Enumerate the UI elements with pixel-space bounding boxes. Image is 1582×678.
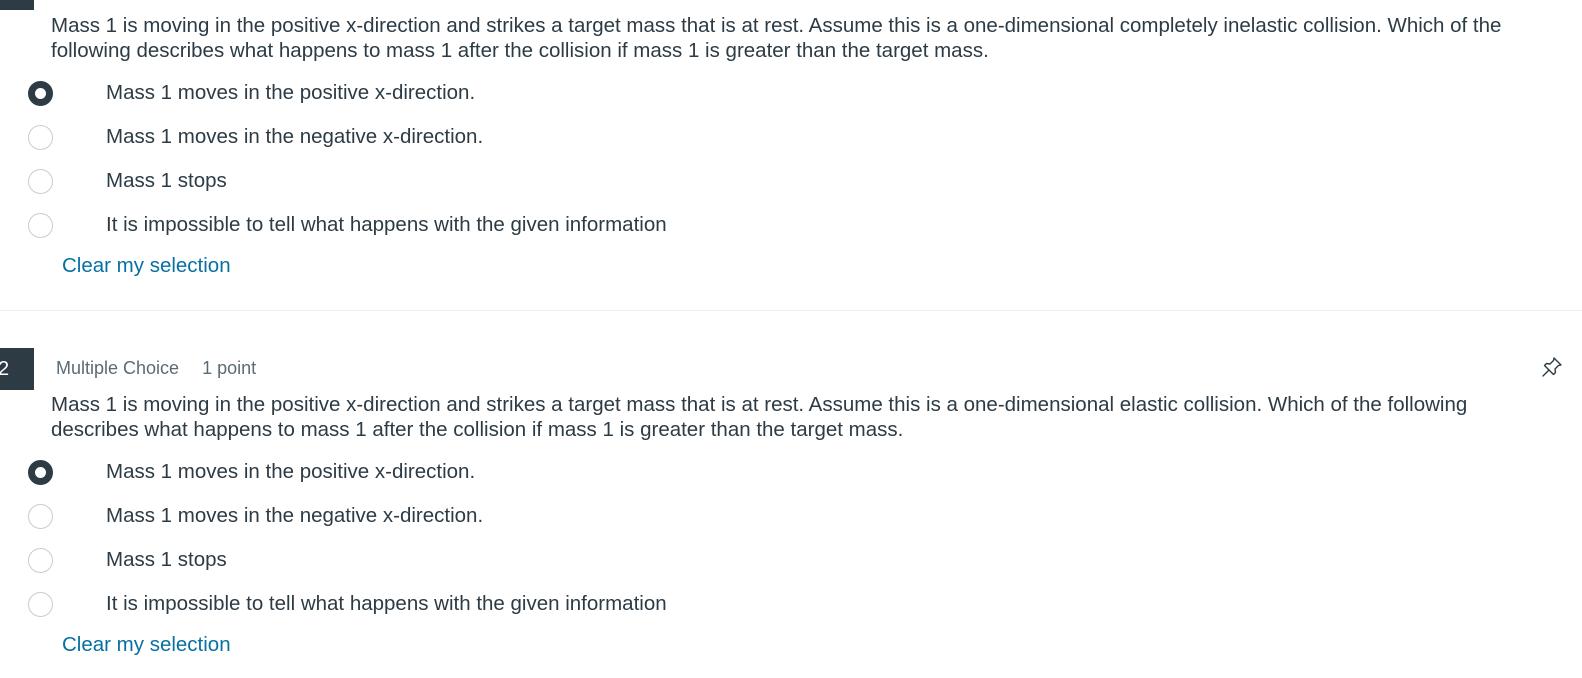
question-1-option-3[interactable]: Mass 1 stops (28, 164, 928, 198)
option-label: Mass 1 stops (106, 169, 227, 192)
question-1-text: Mass 1 is moving in the positive x-direc… (51, 14, 1502, 62)
option-label: Mass 1 moves in the negative x-direction… (106, 504, 484, 527)
question-number-badge-2: 2 (0, 348, 34, 390)
option-label: It is impossible to tell what happens wi… (106, 213, 667, 236)
radio-button[interactable] (28, 168, 53, 194)
pin-icon[interactable] (1540, 355, 1564, 379)
radio-button[interactable] (28, 459, 53, 485)
question-2-option-1[interactable]: Mass 1 moves in the positive x-direction… (28, 455, 928, 489)
question-number-badge-1 (0, 0, 34, 10)
option-label: It is impossible to tell what happens wi… (106, 592, 667, 615)
question-2-meta: Multiple Choice 1 point (56, 358, 274, 379)
question-1-option-1[interactable]: Mass 1 moves in the positive x-direction… (28, 76, 928, 110)
question-2-option-3[interactable]: Mass 1 stops (28, 543, 928, 577)
question-2-text: Mass 1 is moving in the positive x-direc… (51, 393, 1468, 441)
radio-button[interactable] (28, 591, 53, 617)
option-label: Mass 1 moves in the negative x-direction… (106, 125, 484, 148)
clear-selection-link-1[interactable]: Clear my selection (62, 254, 231, 278)
radio-button[interactable] (28, 547, 53, 573)
question-type: Multiple Choice (56, 358, 180, 378)
option-label: Mass 1 stops (106, 548, 227, 571)
question-2-option-4[interactable]: It is impossible to tell what happens wi… (28, 587, 928, 621)
question-divider (0, 310, 1582, 311)
clear-selection-link-2[interactable]: Clear my selection (62, 633, 231, 657)
question-1-option-4[interactable]: It is impossible to tell what happens wi… (28, 208, 928, 242)
option-label: Mass 1 moves in the positive x-direction… (106, 460, 476, 483)
question-points: 1 point (202, 358, 257, 378)
question-2-option-2[interactable]: Mass 1 moves in the negative x-direction… (28, 499, 928, 533)
radio-button[interactable] (28, 212, 53, 238)
question-1-option-2[interactable]: Mass 1 moves in the negative x-direction… (28, 120, 928, 154)
option-label: Mass 1 moves in the positive x-direction… (106, 81, 476, 104)
radio-button[interactable] (28, 124, 53, 150)
radio-button[interactable] (28, 80, 53, 106)
radio-button[interactable] (28, 503, 53, 529)
